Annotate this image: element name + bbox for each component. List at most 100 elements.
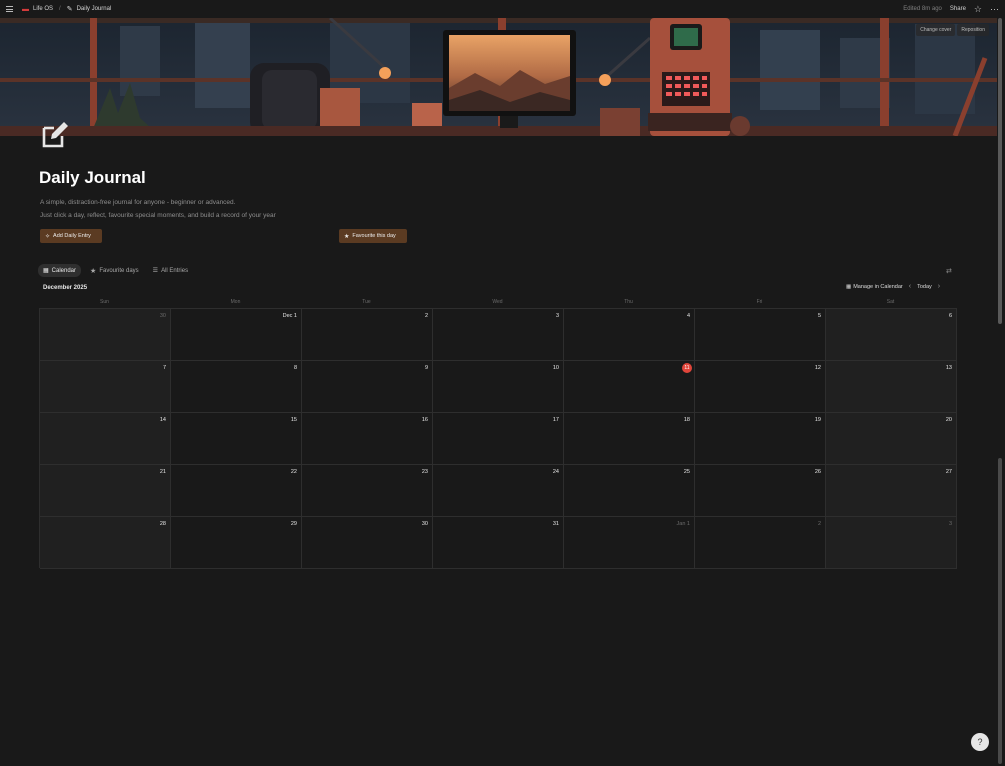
tab-favourite-days[interactable]: ★ Favourite days [85,264,144,277]
calendar-day-cell[interactable]: 22 [171,465,302,517]
calendar-day-cell[interactable]: Jan 1 [564,517,695,569]
star-filled-icon: ★ [344,233,350,240]
day-number: 8 [293,365,297,371]
calendar-day-cell[interactable]: 25 [564,465,695,517]
scrollbar[interactable] [998,18,1003,766]
tab-calendar-label: Calendar [51,267,77,274]
day-number: 25 [683,469,690,475]
calendar-day-cell[interactable]: 8 [171,361,302,413]
tab-calendar[interactable]: ▦ Calendar [38,264,82,277]
calendar-day-cell[interactable]: 7 [40,361,171,413]
calendar-day-cell[interactable]: 30 [40,309,171,361]
edited-status: Edited 8m ago [903,6,942,12]
day-number: 2 [424,313,428,319]
day-number: 17 [552,417,559,423]
day-number: 3 [948,521,952,527]
breadcrumb-separator: / [59,6,61,12]
weekday-header: Fri [756,299,763,305]
calendar-day-cell[interactable]: 28 [40,517,171,569]
day-number: 2 [817,521,821,527]
calendar-day-cell[interactable]: 14 [40,413,171,465]
view-settings-icon[interactable]: ⇄ [946,267,952,275]
weekday-header: Sat [886,299,895,305]
calendar-day-cell[interactable]: 24 [433,465,564,517]
day-number: 4 [686,313,690,319]
help-button[interactable]: ? [971,733,989,751]
calendar-day-cell[interactable]: 26 [695,465,826,517]
scroll-thumb-lower[interactable] [998,458,1002,764]
star-icon[interactable]: ☆ [974,4,982,15]
day-number: 30 [421,521,428,527]
calendar-day-cell[interactable]: 31 [433,517,564,569]
calendar-day-cell[interactable]: 12 [695,361,826,413]
calendar-small-icon: ▦ [846,283,852,290]
calendar-day-cell[interactable]: 9 [302,361,433,413]
page-edit-icon: ✎ [66,6,73,13]
share-button[interactable]: Share [950,6,966,12]
calendar-day-cell[interactable]: 4 [564,309,695,361]
top-bar: ▬ Life OS / ✎ Daily Journal Edited 8m ag… [0,0,1005,18]
day-number: 15 [290,417,297,423]
calendar-day-cell[interactable]: 13 [826,361,957,413]
calendar-day-cell[interactable]: 23 [302,465,433,517]
breadcrumb-workspace[interactable]: Life OS [33,6,53,12]
calendar-day-cell[interactable]: 10 [433,361,564,413]
day-number: 19 [814,417,821,423]
menu-icon[interactable] [6,6,14,12]
calendar-icon: ▦ [43,268,49,274]
today-button[interactable]: Today [917,284,932,290]
breadcrumb-page[interactable]: Daily Journal [77,6,112,12]
day-number: 23 [421,469,428,475]
tab-all-entries[interactable]: ☰ All Entries [148,264,193,277]
manage-in-calendar-button[interactable]: ▦ Manage in Calendar [846,284,903,290]
calendar-day-cell[interactable]: 5 [695,309,826,361]
day-number: 14 [159,417,166,423]
page-edit-large-icon[interactable] [40,120,70,150]
day-number: 26 [814,469,821,475]
reposition-button[interactable]: Reposition [957,24,989,36]
view-tabs: ▦ Calendar ★ Favourite days ☰ All Entrie… [38,264,193,277]
previous-month-icon[interactable]: ‹ [909,283,911,290]
calendar-day-cell[interactable]: 20 [826,413,957,465]
next-month-icon[interactable]: › [938,283,940,290]
calendar-day-cell[interactable]: 17 [433,413,564,465]
calendar-controls: ▦ Manage in Calendar ‹ Today › [846,283,940,290]
tab-favourite-days-label: Favourite days [99,267,139,274]
calendar-day-cell[interactable]: 29 [171,517,302,569]
calendar-day-cell[interactable]: 15 [171,413,302,465]
calendar-day-cell[interactable]: 6 [826,309,957,361]
cover-image: Change cover Reposition [0,18,997,136]
calendar-day-cell[interactable]: 19 [695,413,826,465]
favourite-this-day-button[interactable]: ★ Favourite this day [339,229,407,243]
breadcrumb: ▬ Life OS / ✎ Daily Journal [22,5,112,14]
weekday-header: Wed [492,299,503,305]
calendar-day-cell[interactable]: 30 [302,517,433,569]
day-number: 16 [421,417,428,423]
tab-all-entries-label: All Entries [161,267,189,274]
more-options-icon[interactable]: ··· [990,4,999,14]
day-number: 29 [290,521,297,527]
calendar-day-cell[interactable]: 27 [826,465,957,517]
day-number: 13 [945,365,952,371]
calendar-day-cell[interactable]: 3 [433,309,564,361]
calendar-day-cell[interactable]: 18 [564,413,695,465]
calendar-day-cell[interactable]: 2 [302,309,433,361]
calendar-day-cell[interactable]: Dec 1 [171,309,302,361]
weekday-header: Mon [230,299,241,305]
day-number: 7 [162,365,166,371]
star-icon: ★ [90,267,97,275]
add-daily-entry-button[interactable]: ✧ Add Daily Entry [40,229,102,243]
page-title[interactable]: Daily Journal [39,168,146,188]
calendar-day-cell[interactable]: 2 [695,517,826,569]
change-cover-button[interactable]: Change cover [916,24,956,36]
day-number: 9 [424,365,428,371]
day-number: Jan 1 [676,521,690,527]
calendar-day-cell[interactable]: 16 [302,413,433,465]
calendar-day-cell[interactable]: 11 [564,361,695,413]
calendar-day-cell[interactable]: 3 [826,517,957,569]
sparkle-icon: ✧ [45,233,51,240]
scroll-thumb[interactable] [998,18,1002,324]
calendar-month-label: December 2025 [43,285,88,291]
weekday-header: Tue [362,299,371,305]
calendar-day-cell[interactable]: 21 [40,465,171,517]
